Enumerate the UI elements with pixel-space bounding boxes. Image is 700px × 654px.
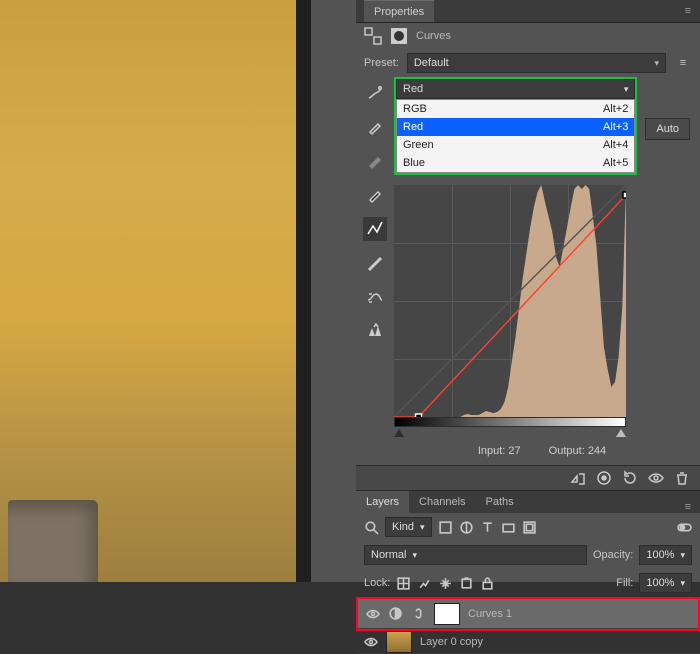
panel-gutter	[310, 0, 356, 582]
output-value: 244	[588, 445, 606, 457]
channel-options-list: RGBAlt+2 RedAlt+3 GreenAlt+4 BlueAlt+5	[396, 99, 635, 173]
curves-graph[interactable]	[394, 185, 626, 417]
adjustment-label: Curves	[416, 30, 451, 42]
sample-black-icon[interactable]	[363, 183, 387, 207]
channel-select[interactable]: Red ▾	[396, 79, 635, 99]
layer-name[interactable]: Layer 0 copy	[420, 636, 483, 648]
sample-white-icon[interactable]	[363, 115, 387, 139]
filter-kind-select[interactable]: Kind▾	[385, 517, 432, 537]
curve-line	[394, 185, 626, 417]
layer-filter-row: Kind▾	[356, 513, 700, 541]
filter-type-icon[interactable]	[480, 520, 495, 535]
lock-all-icon[interactable]	[480, 576, 495, 591]
preset-value: Default	[414, 57, 449, 69]
selected-layer-highlight: Curves 1	[356, 597, 700, 631]
filter-toggle-icon[interactable]	[677, 520, 692, 535]
blend-opacity-row: Normal▾ Opacity: 100%▾	[356, 541, 700, 569]
clip-histogram-icon[interactable]	[363, 319, 387, 343]
curves-adjustment-icon	[364, 27, 382, 45]
channel-option-green[interactable]: GreenAlt+4	[397, 136, 634, 154]
canvas-gutter	[296, 0, 310, 582]
search-icon[interactable]	[364, 520, 379, 535]
layer-thumbnail[interactable]	[386, 631, 412, 653]
view-previous-icon[interactable]	[596, 470, 612, 486]
mask-thumbnail[interactable]	[434, 603, 460, 625]
auto-button[interactable]: Auto	[645, 118, 690, 140]
output-label: Output:	[549, 445, 585, 457]
link-mask-icon[interactable]	[411, 606, 426, 621]
filter-adjust-icon[interactable]	[459, 520, 474, 535]
preset-row: Preset: Default ▾ ≡	[356, 49, 700, 77]
clip-to-layer-icon[interactable]	[570, 470, 586, 486]
filter-pixel-icon[interactable]	[438, 520, 453, 535]
visibility-toggle-icon[interactable]	[366, 607, 380, 621]
layers-tabs: Layers Channels Paths ≡	[356, 491, 700, 513]
fill-label: Fill:	[616, 577, 633, 589]
delete-adjustment-icon[interactable]	[674, 470, 690, 486]
input-gradient	[394, 417, 626, 427]
preset-menu-icon[interactable]: ≡	[674, 54, 692, 72]
opacity-select[interactable]: 100%▾	[639, 545, 692, 565]
layers-menu-icon[interactable]: ≡	[677, 501, 700, 513]
lock-position-icon[interactable]	[438, 576, 453, 591]
tab-layers[interactable]: Layers	[356, 491, 409, 513]
visibility-toggle-icon[interactable]	[364, 635, 378, 649]
lock-image-icon[interactable]	[417, 576, 432, 591]
filter-shape-icon[interactable]	[501, 520, 516, 535]
preset-select[interactable]: Default ▾	[407, 53, 666, 73]
fill-select[interactable]: 100%▾	[639, 573, 692, 593]
tab-channels[interactable]: Channels	[409, 491, 475, 513]
chevron-down-icon: ▾	[624, 84, 629, 95]
channel-dropdown-highlight: Red ▾ RGBAlt+2 RedAlt+3 GreenAlt+4 BlueA…	[394, 77, 637, 175]
input-sliders	[394, 427, 626, 439]
white-point-slider[interactable]	[616, 429, 626, 437]
channel-option-rgb[interactable]: RGBAlt+2	[397, 100, 634, 118]
layer-name[interactable]: Curves 1	[468, 608, 512, 620]
document-canvas[interactable]	[0, 0, 296, 582]
black-point-slider[interactable]	[394, 429, 404, 437]
curves-tool-column	[356, 77, 394, 465]
layer-row[interactable]: Curves 1	[358, 599, 698, 629]
mask-icon	[390, 27, 408, 45]
toggle-visibility-icon[interactable]	[648, 470, 664, 486]
adjustment-layer-icon	[388, 606, 403, 621]
lock-fill-row: Lock: Fill: 100%▾	[356, 569, 700, 597]
opacity-label: Opacity:	[593, 549, 633, 561]
channel-option-blue[interactable]: BlueAlt+5	[397, 154, 634, 172]
edit-points-icon[interactable]	[363, 217, 387, 241]
tab-paths[interactable]: Paths	[476, 491, 524, 513]
lock-label: Lock:	[364, 577, 390, 589]
adjustment-type-row: Curves	[356, 23, 700, 49]
lock-artboard-icon[interactable]	[459, 576, 474, 591]
filter-smart-icon[interactable]	[522, 520, 537, 535]
sample-gray-icon[interactable]	[363, 149, 387, 173]
input-value: 27	[508, 445, 520, 457]
channel-value: Red	[403, 83, 423, 95]
channel-option-red[interactable]: RedAlt+3	[397, 118, 634, 136]
reset-icon[interactable]	[622, 470, 638, 486]
properties-header: Properties ≡	[356, 0, 700, 23]
properties-footer	[356, 465, 700, 491]
io-readout: Input: 27 Output: 244	[394, 439, 690, 465]
blend-mode-select[interactable]: Normal▾	[364, 545, 587, 565]
chevron-down-icon: ▾	[654, 58, 659, 69]
input-label: Input:	[478, 445, 506, 457]
lock-transparent-icon[interactable]	[396, 576, 411, 591]
properties-tab[interactable]: Properties	[364, 0, 434, 22]
on-image-adjust-icon[interactable]	[363, 81, 387, 105]
right-panels: Properties ≡ Curves Preset: Default ▾ ≡	[356, 0, 700, 582]
panel-menu-icon[interactable]: ≡	[685, 5, 692, 17]
preset-label: Preset:	[364, 57, 399, 69]
photo-foreground	[8, 500, 98, 582]
layer-row[interactable]: Layer 0 copy	[356, 631, 700, 654]
smooth-curve-icon[interactable]	[363, 285, 387, 309]
draw-curve-icon[interactable]	[363, 251, 387, 275]
